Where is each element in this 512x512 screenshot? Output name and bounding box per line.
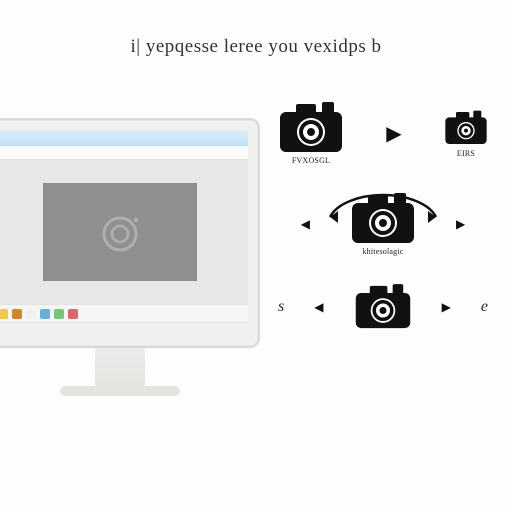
swatch — [54, 309, 64, 319]
monitor-base — [60, 386, 180, 396]
caption: khitesolagic — [362, 247, 403, 256]
camera-outline-icon — [92, 207, 148, 257]
camera-left: FVXOSGL — [278, 102, 344, 165]
swatch-bar — [0, 304, 248, 322]
title-prefix: i| — [131, 36, 141, 57]
swatch — [0, 309, 8, 319]
diagram-row-1: FVXOSGL ▶ EIRS — [278, 102, 488, 165]
monitor-mockup — [0, 118, 260, 396]
window-titlebar — [0, 130, 248, 146]
window-toolbar — [0, 146, 248, 160]
camera-right: EIRS — [444, 109, 488, 158]
app-window — [0, 130, 248, 336]
caption: FVXOSGL — [292, 156, 330, 165]
caption: EIRS — [457, 149, 475, 158]
camera-icon — [444, 109, 488, 147]
monitor-stand — [95, 348, 145, 388]
swatch — [40, 309, 50, 319]
triangle-right-icon: ▶ — [456, 217, 465, 232]
triangle-left-icon: ◀ — [301, 217, 310, 232]
diagram-row-3: s ◀ ▶ e — [278, 284, 488, 330]
status-bar — [0, 322, 248, 336]
camera-icon — [354, 284, 412, 330]
swatch — [68, 309, 78, 319]
camera-center — [354, 284, 412, 330]
glyph-left: s — [278, 298, 284, 316]
diagram-row-2: ◀ khitesolagic ▶ — [278, 193, 488, 256]
swatch — [12, 309, 22, 319]
camera-icon — [278, 102, 344, 154]
glyph-right: e — [481, 298, 488, 316]
diagram-column: FVXOSGL ▶ EIRS ◀ — [278, 102, 488, 330]
triangle-right-icon: ▶ — [442, 300, 451, 315]
arrow-right-icon: ▶ — [386, 124, 401, 144]
swatch — [26, 309, 36, 319]
rotate-arc-icon — [318, 183, 448, 223]
title-text: yepqesse leree you vexidps b — [146, 36, 382, 57]
page-title: i| yepqesse leree you vexidps b — [0, 36, 512, 58]
workspace — [0, 160, 248, 304]
canvas — [43, 183, 197, 281]
monitor-frame — [0, 118, 260, 348]
triangle-left-icon: ◀ — [314, 300, 323, 315]
